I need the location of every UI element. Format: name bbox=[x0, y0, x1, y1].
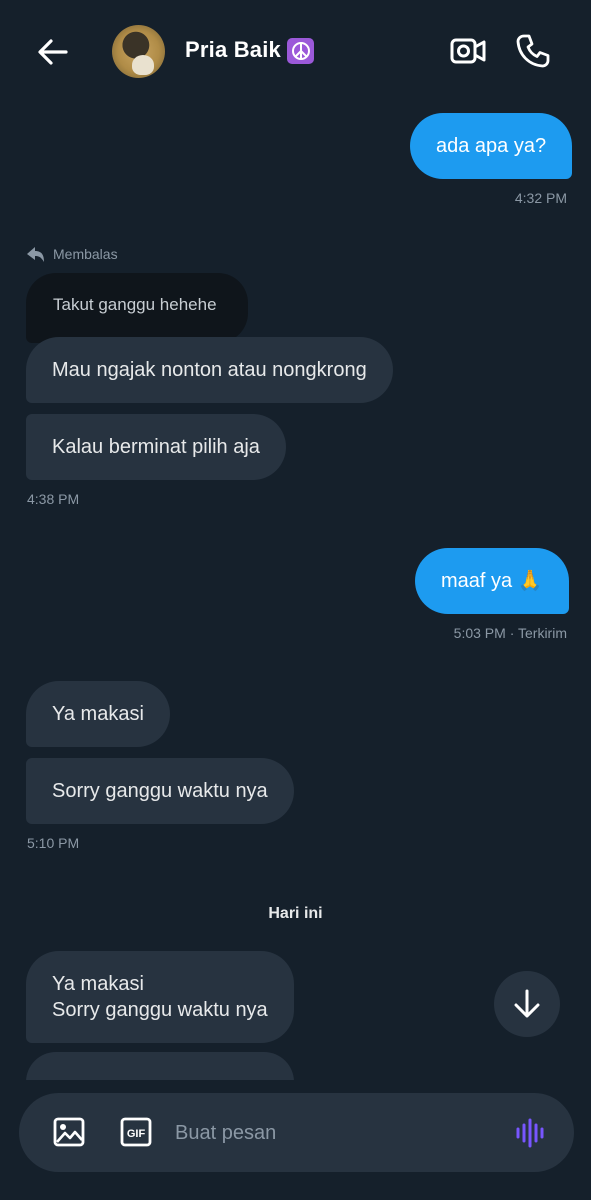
voice-call-button[interactable] bbox=[514, 32, 552, 70]
scroll-to-bottom-button[interactable] bbox=[494, 971, 560, 1037]
message-line: Sorry ganggu waktu nya bbox=[52, 999, 268, 1021]
reply-arrow-icon bbox=[27, 247, 44, 262]
add-gif-button[interactable]: GIF bbox=[119, 1115, 153, 1149]
gif-icon: GIF bbox=[120, 1117, 152, 1147]
phone-icon bbox=[516, 34, 550, 68]
message-timestamp: 4:32 PM bbox=[514, 190, 567, 206]
message-timestamp-sent: 5:03 PM · Terkirim bbox=[453, 625, 567, 641]
reply-label: Membalas bbox=[53, 246, 118, 262]
peace-symbol-icon bbox=[287, 38, 314, 64]
message-composer: GIF bbox=[19, 1093, 574, 1172]
message-timestamp: 4:38 PM bbox=[27, 491, 80, 507]
back-button[interactable] bbox=[34, 34, 72, 70]
arrow-left-icon bbox=[38, 39, 68, 65]
message-bubble-outgoing[interactable]: ada apa ya? bbox=[410, 113, 573, 179]
gif-label: GIF bbox=[127, 1128, 146, 1140]
message-input[interactable] bbox=[175, 1113, 495, 1153]
message-bubble-incoming[interactable]: Sorry ganggu waktu nya bbox=[26, 758, 294, 824]
voice-message-button[interactable] bbox=[513, 1115, 549, 1151]
contact-name[interactable]: Pria Baik bbox=[185, 37, 281, 63]
message-bubble-outgoing[interactable]: maaf ya 🙏 bbox=[415, 548, 569, 614]
message-bubble-incoming[interactable]: Kalau berminat pilih aja bbox=[26, 414, 286, 480]
arrow-down-icon bbox=[514, 989, 540, 1018]
dm-conversation-screen: Pria Baik ada apa ya? 4:32 PM Membalas T… bbox=[0, 0, 591, 1200]
conversation-header: Pria Baik bbox=[0, 0, 591, 104]
reply-indicator: Membalas bbox=[26, 245, 118, 263]
message-timestamp: 5:10 PM bbox=[27, 835, 80, 851]
quoted-message[interactable]: Takut ganggu hehehe bbox=[26, 273, 248, 343]
message-bubble-incoming[interactable]: Mau ngajak nonton atau nongkrong bbox=[26, 337, 393, 403]
message-line: Ya makasi bbox=[52, 973, 144, 995]
message-bubble-incoming[interactable]: Ya makasi Sorry ganggu waktu nya bbox=[26, 951, 294, 1043]
add-media-button[interactable] bbox=[52, 1115, 86, 1149]
contact-avatar[interactable] bbox=[112, 25, 165, 78]
voice-waveform-icon bbox=[516, 1118, 544, 1148]
image-icon bbox=[53, 1117, 85, 1147]
message-bubble-incoming[interactable]: Ya makasi bbox=[26, 681, 170, 747]
video-camera-icon bbox=[450, 38, 486, 64]
video-call-button[interactable] bbox=[449, 33, 487, 69]
date-divider: Hari ini bbox=[268, 905, 323, 922]
